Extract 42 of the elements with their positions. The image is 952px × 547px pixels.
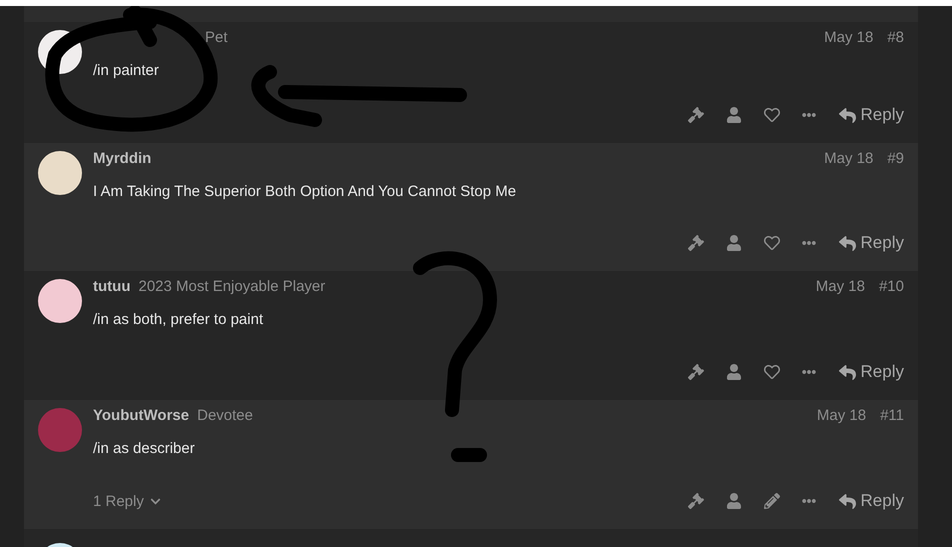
heart-icon	[764, 364, 780, 380]
post-text: I Am Taking The Superior Both Option And You Cannot Stop Me	[93, 183, 518, 200]
user-icon	[726, 364, 742, 380]
user-icon	[726, 107, 742, 123]
pencil-icon	[764, 493, 780, 509]
user-icon	[726, 235, 742, 251]
post-text: /in as describer	[93, 440, 196, 457]
gavel-icon	[688, 235, 704, 251]
gavel-icon	[688, 364, 704, 380]
post-number[interactable]: #8	[887, 28, 904, 46]
avatar[interactable]	[38, 279, 82, 323]
heart-icon	[764, 235, 780, 251]
username[interactable]: tutuu	[93, 278, 130, 294]
reply-button[interactable]: Reply	[828, 229, 904, 257]
gavel-icon	[688, 493, 704, 509]
reply-button[interactable]: Reply	[828, 101, 904, 129]
reply-icon	[838, 234, 856, 252]
chevron-down-icon	[150, 496, 161, 506]
user-title: Devotee	[197, 406, 253, 424]
username[interactable]: Myrddin	[93, 150, 152, 166]
reply-icon	[838, 364, 856, 380]
post-number[interactable]: #10	[878, 278, 904, 294]
reply-icon	[838, 106, 856, 124]
user-icon	[726, 493, 742, 509]
avatar[interactable]	[38, 151, 82, 195]
reply-button[interactable]: Reply	[828, 487, 904, 515]
replies-toggle[interactable]: 1 Reply	[93, 492, 161, 510]
post-text: /in as both, prefer to paint	[93, 311, 264, 328]
post-date[interactable]: May 18	[824, 150, 874, 166]
post-date[interactable]: May 18	[816, 406, 866, 424]
reply-button[interactable]: Reply	[828, 358, 904, 386]
post-date[interactable]: May 18	[824, 28, 874, 46]
post-number[interactable]: #9	[887, 150, 904, 166]
user-title: Pet	[205, 28, 228, 46]
post-number[interactable]: #11	[880, 406, 904, 424]
heart-icon	[764, 107, 780, 123]
post-date[interactable]: May 18	[816, 278, 865, 294]
user-title: 2023 Most Enjoyable Player	[138, 278, 326, 294]
username[interactable]: YoubutWorse	[93, 406, 190, 424]
post-text: /in painter	[93, 62, 160, 79]
reply-icon	[838, 492, 856, 510]
gavel-icon	[688, 107, 704, 123]
